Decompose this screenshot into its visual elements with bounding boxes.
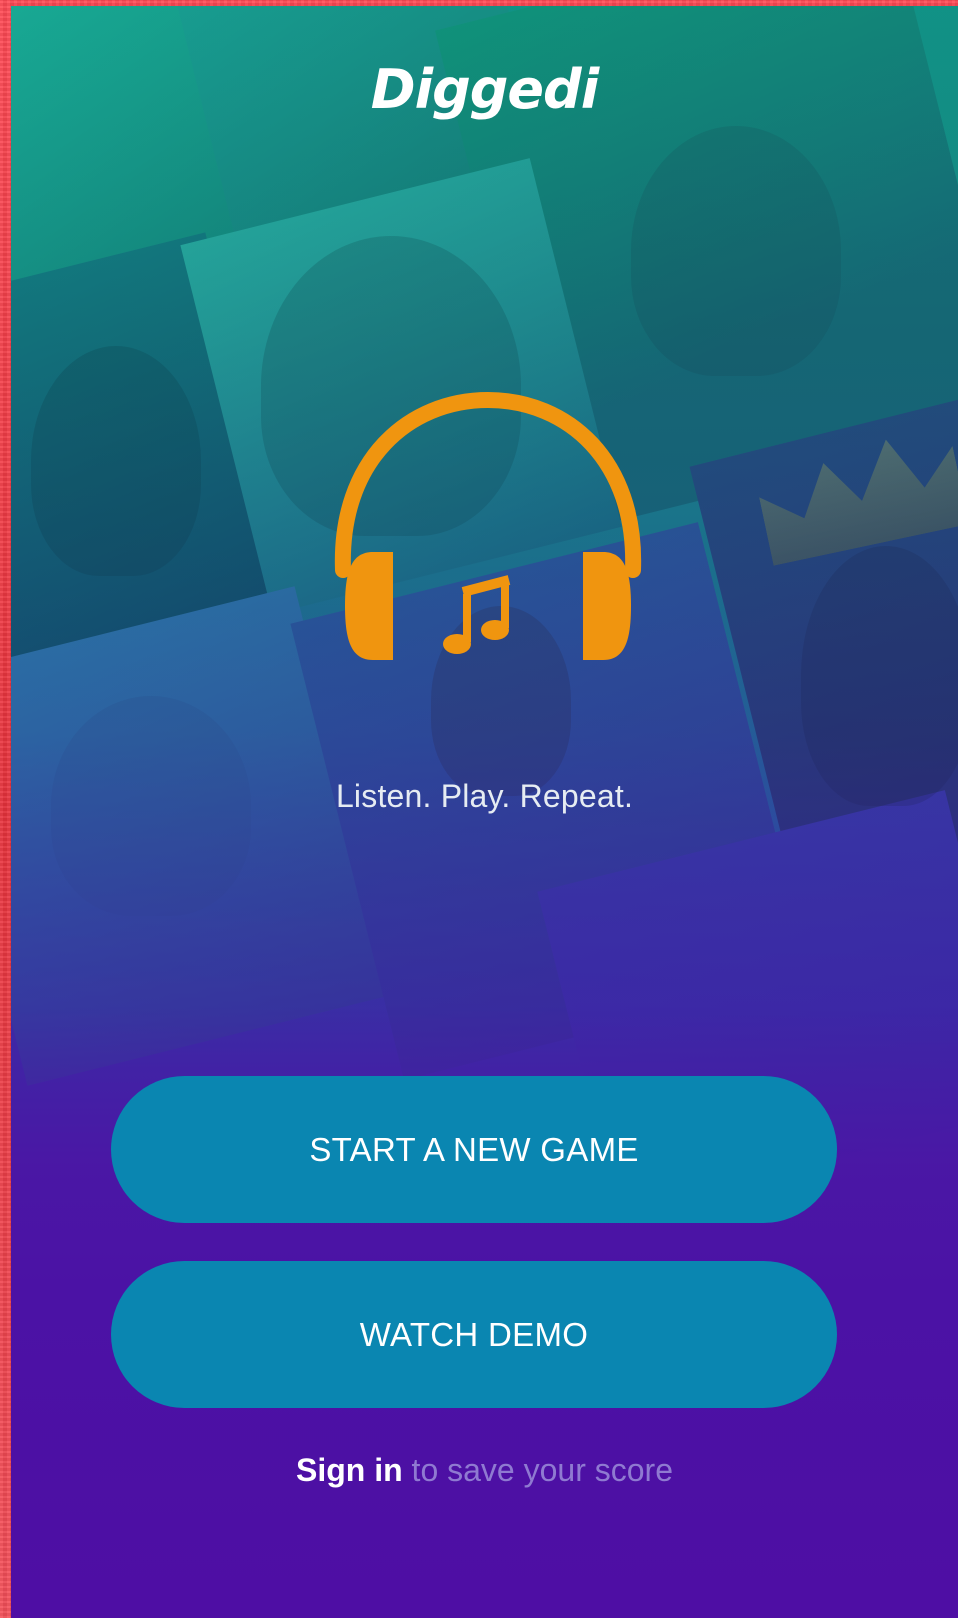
headphones-icon (334, 391, 642, 660)
tagline: Listen. Play. Repeat. (335, 778, 634, 814)
signin-prompt: Sign in to save your score (11, 1452, 958, 1489)
device-frame: Diggedi Listen. Play. Repeat. START A NE… (0, 0, 958, 1618)
start-new-game-button[interactable]: START A NEW GAME (111, 1076, 837, 1223)
signin-hint-text: to save your score (411, 1452, 673, 1488)
start-new-game-label: START A NEW GAME (309, 1130, 639, 1168)
watch-demo-label: WATCH DEMO (359, 1315, 589, 1353)
music-note-icon (443, 575, 511, 654)
signin-link[interactable]: Sign in (296, 1452, 403, 1488)
app-logo: Diggedi (370, 58, 599, 121)
splash-screen: Diggedi Listen. Play. Repeat. START A NE… (11, 6, 958, 1618)
watch-demo-button[interactable]: WATCH DEMO (111, 1261, 837, 1408)
